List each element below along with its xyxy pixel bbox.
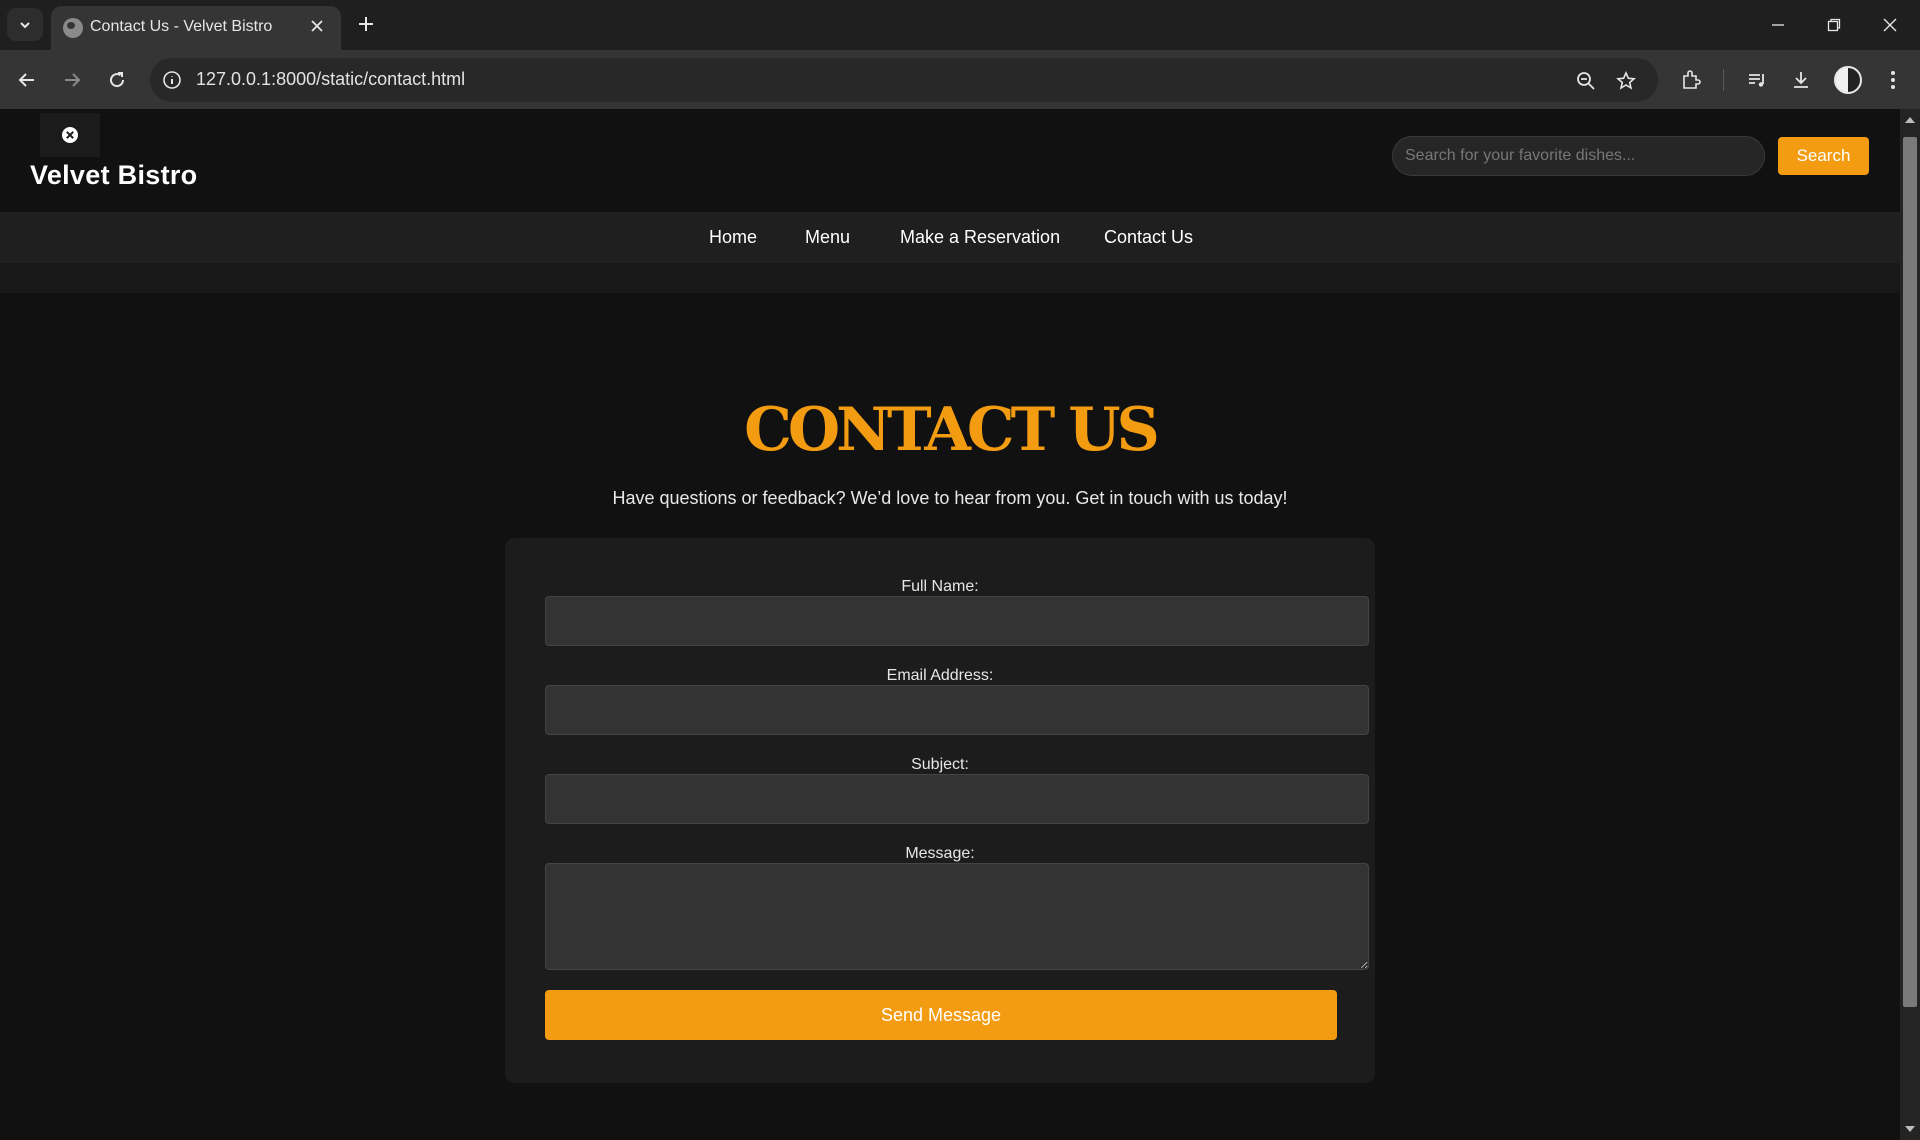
send-message-button[interactable]: Send Message (545, 990, 1337, 1040)
dish-search-input[interactable] (1392, 136, 1765, 176)
nav-menu[interactable]: Menu (805, 227, 850, 248)
main-nav: Home Menu Make a Reservation Contact Us (0, 212, 1900, 263)
new-tab-icon[interactable] (352, 10, 380, 38)
scroll-up-arrow-icon[interactable] (1905, 117, 1915, 123)
browser-tab-strip: Contact Us - Velvet Bistro (0, 0, 1920, 50)
subject-label: Subject: (911, 756, 969, 773)
tab-search-button[interactable] (7, 8, 43, 41)
window-close-icon[interactable] (1862, 0, 1918, 50)
page-viewport: Velvet Bistro Search Home Menu Make a Re… (0, 109, 1900, 1140)
site-logo[interactable]: Velvet Bistro (30, 160, 197, 191)
site-info-icon[interactable] (161, 69, 183, 91)
page-scrollbar[interactable] (1900, 109, 1920, 1140)
contact-form: Full Name: Email Address: Subject: Messa… (505, 538, 1375, 1083)
scrollbar-thumb[interactable] (1903, 137, 1917, 1007)
email-label: Email Address: (886, 667, 994, 684)
bookmark-star-icon[interactable] (1614, 69, 1638, 93)
profile-avatar[interactable] (1834, 66, 1862, 94)
address-bar[interactable]: 127.0.0.1:8000/static/contact.html (150, 58, 1658, 102)
message-label: Message: (905, 845, 975, 862)
browser-tab-active[interactable]: Contact Us - Velvet Bistro (51, 6, 341, 50)
nav-reservation[interactable]: Make a Reservation (900, 227, 1060, 248)
search-button[interactable]: Search (1778, 137, 1869, 175)
restore-icon[interactable] (1806, 0, 1862, 50)
full-name-label: Full Name: (901, 578, 979, 595)
media-playlist-icon[interactable] (1743, 66, 1771, 94)
toolbar-separator (1723, 69, 1724, 91)
subject-field[interactable] (545, 774, 1369, 824)
reload-icon[interactable] (100, 63, 134, 97)
nav-contact[interactable]: Contact Us (1104, 227, 1193, 248)
email-field[interactable] (545, 685, 1369, 735)
more-menu-icon[interactable] (1879, 66, 1907, 94)
chevron-down-icon (20, 21, 30, 28)
full-name-field[interactable] (545, 596, 1369, 646)
url-text: 127.0.0.1:8000/static/contact.html (196, 69, 466, 89)
minimize-icon[interactable] (1750, 0, 1806, 50)
zoom-icon[interactable] (1574, 69, 1598, 93)
close-circle-icon (62, 127, 78, 143)
browser-toolbar: 127.0.0.1:8000/static/contact.html (0, 50, 1920, 109)
message-textarea[interactable] (545, 863, 1369, 970)
dismiss-button[interactable] (40, 113, 100, 157)
tab-close-icon[interactable] (305, 14, 329, 38)
forward-arrow-icon[interactable] (55, 63, 89, 97)
extensions-icon[interactable] (1677, 66, 1705, 94)
globe-icon (63, 18, 83, 38)
nav-divider-band (0, 263, 1900, 293)
tab-title: Contact Us - Velvet Bistro (90, 18, 273, 35)
page-title: CONTACT US (744, 395, 1160, 465)
scroll-down-arrow-icon[interactable] (1905, 1126, 1915, 1132)
site-header: Velvet Bistro Search (0, 109, 1900, 212)
nav-home[interactable]: Home (709, 227, 757, 248)
back-arrow-icon[interactable] (10, 63, 44, 97)
page-intro: Have questions or feedback? We’d love to… (612, 488, 1288, 508)
download-icon[interactable] (1787, 66, 1815, 94)
